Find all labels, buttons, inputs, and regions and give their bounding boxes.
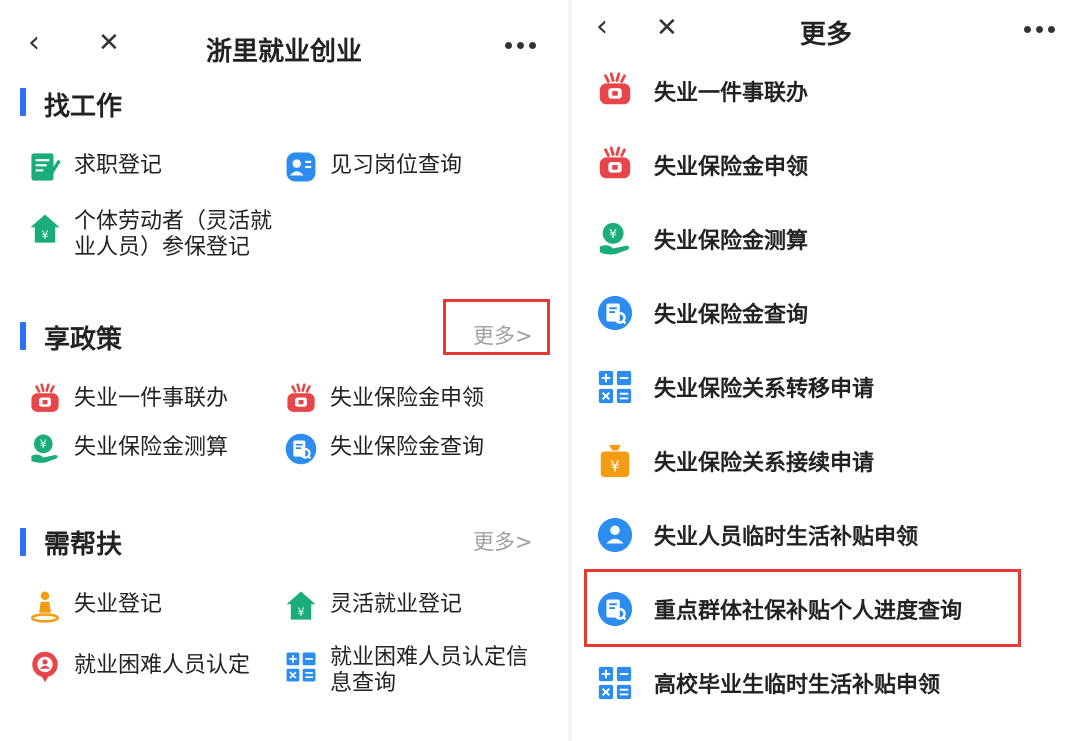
- service-label: 失业保险金查询: [330, 435, 485, 460]
- calculator-grid-icon: [596, 368, 634, 406]
- money-hand-icon: [28, 432, 62, 466]
- service-item-flexible-register[interactable]: 灵活就业登记: [284, 589, 462, 623]
- left-screen-main: ‹ ✕ 浙里就业创业 找工作 求职登记 见习岗位查询 个体劳动者（灵活就业人员）…: [0, 0, 568, 741]
- service-label: 求职登记: [74, 153, 163, 178]
- more-options-icon[interactable]: [505, 42, 536, 49]
- person-card-icon: [284, 150, 318, 184]
- list-item[interactable]: 失业保险金查询: [596, 288, 808, 338]
- house-yuan-icon: [284, 589, 318, 623]
- section-title-policy: 享政策: [44, 325, 123, 355]
- calculator-grid-icon: [596, 664, 634, 702]
- section-title-assistance: 需帮扶: [44, 530, 123, 560]
- list-item[interactable]: 失业保险关系转移申请: [596, 362, 874, 412]
- service-label: 见习岗位查询: [330, 153, 463, 178]
- section-marker: [20, 88, 26, 116]
- list-item[interactable]: 失业保险金测算: [596, 214, 808, 264]
- document-search-icon: [284, 432, 318, 466]
- service-item-hardship-identify[interactable]: 就业困难人员认定: [28, 650, 250, 684]
- list-item-label: 失业保险金申领: [654, 155, 809, 180]
- service-label: 就业困难人员认定: [74, 653, 251, 678]
- calculator-grid-icon: [284, 650, 318, 684]
- document-search-icon: [596, 294, 634, 332]
- section-marker: [20, 322, 26, 350]
- service-label: 失业保险金申领: [330, 386, 485, 411]
- house-yuan-icon: [28, 212, 62, 246]
- register-form-icon: [28, 150, 62, 184]
- more-options-icon[interactable]: [1024, 26, 1055, 33]
- page-title: 更多: [799, 20, 852, 50]
- list-item[interactable]: 失业保险金申领: [596, 140, 808, 190]
- service-item-benefit-apply[interactable]: 失业保险金申领: [284, 383, 484, 417]
- list-item-label: 失业保险关系接续申请: [654, 451, 875, 476]
- section-marker: [20, 528, 26, 556]
- handshake-icon: [28, 383, 62, 417]
- list-item-label: 失业一件事联办: [654, 81, 809, 106]
- list-item-label: 失业人员临时生活补贴申领: [654, 525, 919, 550]
- service-label: 失业一件事联办: [74, 386, 229, 411]
- handshake-icon: [284, 383, 318, 417]
- list-item[interactable]: 失业保险关系接续申请: [596, 436, 874, 486]
- service-label: 个体劳动者（灵活就业人员）参保登记: [74, 209, 273, 260]
- more-link-assistance[interactable]: 更多>: [473, 526, 533, 556]
- service-label: 失业保险金测算: [74, 435, 229, 460]
- service-label: 就业困难人员认定信息查询: [330, 645, 529, 696]
- service-label: 失业登记: [74, 592, 163, 617]
- service-label: 灵活就业登记: [330, 592, 463, 617]
- list-item-label: 失业保险金测算: [654, 229, 809, 254]
- person-circle-icon: [596, 516, 634, 554]
- handshake-icon: [596, 146, 634, 184]
- badge-person-icon: [28, 650, 62, 684]
- service-item-internship-query[interactable]: 见习岗位查询: [284, 150, 462, 184]
- yuan-bag-icon: [596, 442, 634, 480]
- service-item-benefit-query[interactable]: 失业保险金查询: [284, 432, 484, 466]
- right-screen-more: ‹ ✕ 更多 失业一件事联办 失业保险金申领 失业保险金测算 失业保险金查询 失…: [572, 0, 1080, 741]
- page-title: 浙里就业创业: [205, 37, 362, 67]
- highlight-box: [584, 569, 1021, 647]
- list-item-label: 失业保险关系转移申请: [654, 377, 875, 402]
- service-item-unemployment-register[interactable]: 失业登记: [28, 589, 162, 623]
- list-item[interactable]: 高校毕业生临时生活补贴申领: [596, 658, 940, 708]
- section-title-find-job: 找工作: [44, 92, 123, 122]
- highlight-box: [443, 299, 550, 355]
- service-item-job-register[interactable]: 求职登记: [28, 150, 162, 184]
- service-item-flexible-insurance[interactable]: 个体劳动者（灵活就业人员）参保登记: [28, 206, 284, 261]
- person-pin-icon: [28, 589, 62, 623]
- list-item[interactable]: 失业人员临时生活补贴申领: [596, 510, 918, 560]
- list-item-label: 高校毕业生临时生活补贴申领: [654, 673, 941, 698]
- list-item-label: 失业保险金查询: [654, 303, 809, 328]
- service-item-benefit-calc[interactable]: 失业保险金测算: [28, 432, 228, 466]
- list-item[interactable]: 失业一件事联办: [596, 66, 808, 116]
- money-hand-icon: [596, 220, 634, 258]
- service-item-hardship-query[interactable]: 就业困难人员认定信息查询: [284, 642, 545, 697]
- handshake-icon: [596, 72, 634, 110]
- service-item-unemployment-combo[interactable]: 失业一件事联办: [28, 383, 228, 417]
